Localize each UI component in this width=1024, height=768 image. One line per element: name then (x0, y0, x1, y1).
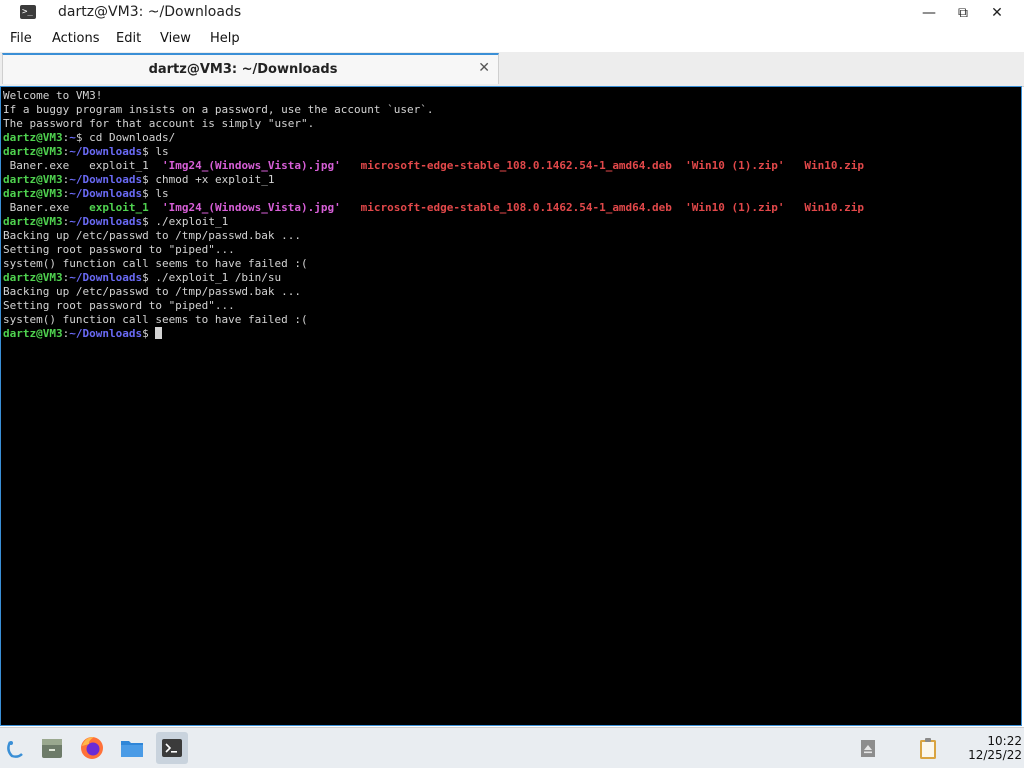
prompt-line: dartz@VM3:~/Downloads$ ./exploit_1 (3, 215, 1021, 229)
minimize-button[interactable]: — (917, 3, 941, 23)
prompt-user: dartz@VM3 (3, 131, 63, 144)
prompt-path: ~ (69, 131, 76, 144)
terminal-line: Setting root password to "piped"... (3, 299, 235, 312)
start-menu-button[interactable] (0, 732, 32, 764)
tab-downloads[interactable]: dartz@VM3: ~/Downloads ✕ (2, 53, 499, 84)
command-text: cd Downloads/ (89, 131, 176, 144)
prompt-line: dartz@VM3:~/Downloads$ chmod +x exploit_… (3, 173, 1021, 187)
prompt-line: dartz@VM3:~$ cd Downloads/ (3, 131, 1021, 145)
prompt-line: dartz@VM3:~/Downloads$ ./exploit_1 /bin/… (3, 271, 1021, 285)
eject-button[interactable] (852, 732, 884, 764)
prompt-user: dartz@VM3 (3, 173, 63, 186)
prompt-dollar: $ (142, 327, 156, 340)
clipboard-icon (920, 738, 936, 759)
clock-date: 12/25/22 (968, 748, 1022, 762)
prompt-user: dartz@VM3 (3, 145, 63, 158)
file-baner: Baner.exe (9, 159, 70, 172)
title-bar: >_ dartz@VM3: ~/Downloads — ⧉ ✕ (0, 0, 1024, 26)
menu-edit[interactable]: Edit (116, 31, 141, 46)
prompt-line: dartz@VM3:~/Downloads$ ls (3, 187, 1021, 201)
clipboard-button[interactable] (912, 732, 944, 764)
command-text: ./exploit_1 (155, 215, 229, 228)
file-zip1: 'Win10 (1).zip' (685, 159, 785, 172)
file-exploit-executable: exploit_1 (89, 201, 149, 214)
terminal-line: If a buggy program insists on a password… (3, 103, 434, 116)
prompt-user: dartz@VM3 (3, 271, 63, 284)
eject-icon (861, 740, 875, 757)
menu-actions[interactable]: Actions (52, 31, 100, 46)
prompt-path: ~/Downloads (69, 145, 143, 158)
menu-bar: File Actions Edit View Help (0, 26, 1024, 52)
start-menu-icon (7, 741, 23, 758)
file-image: 'Img24_(Windows_Vista).jpg' (161, 159, 341, 172)
menu-help[interactable]: Help (210, 31, 240, 46)
terminal-line: Setting root password to "piped"... (3, 243, 235, 256)
prompt-path: ~/Downloads (69, 271, 143, 284)
prompt-user: dartz@VM3 (3, 187, 63, 200)
terminal-line: system() function call seems to have fai… (3, 257, 308, 270)
window-title: dartz@VM3: ~/Downloads (58, 4, 242, 20)
command-text: ls (155, 145, 169, 158)
prompt-line-active: dartz@VM3:~/Downloads$ (3, 327, 1021, 341)
file-cabinet-button[interactable] (36, 732, 68, 764)
taskbar: 10:22 12/25/22 (0, 727, 1024, 768)
prompt-user: dartz@VM3 (3, 215, 63, 228)
prompt-dollar: $ (142, 145, 156, 158)
prompt-dollar: $ (142, 215, 156, 228)
command-text: ./exploit_1 /bin/su (155, 271, 282, 284)
folder-icon (121, 741, 143, 757)
prompt-dollar: $ (75, 131, 90, 144)
terminal-line: The password for that account is simply … (3, 117, 315, 130)
tab-bar: dartz@VM3: ~/Downloads ✕ (0, 52, 1024, 87)
prompt-line: dartz@VM3:~/Downloads$ ls (3, 145, 1021, 159)
prompt-user: dartz@VM3 (3, 327, 63, 340)
file-image: 'Img24_(Windows_Vista).jpg' (161, 201, 341, 214)
ls-output-line: Baner.exe exploit_1 'Img24_(Windows_Vist… (3, 201, 1021, 215)
maximize-button[interactable]: ⧉ (951, 3, 975, 23)
text-cursor (155, 327, 163, 339)
command-text: ls (155, 187, 169, 200)
clock-time: 10:22 (987, 734, 1022, 748)
terminal-icon (162, 739, 182, 757)
command-text: chmod +x exploit_1 (155, 173, 275, 186)
file-exploit: exploit_1 (89, 159, 149, 172)
prompt-path: ~/Downloads (69, 215, 143, 228)
tab-label: dartz@VM3: ~/Downloads (148, 62, 338, 77)
prompt-dollar: $ (142, 173, 156, 186)
file-zip1: 'Win10 (1).zip' (685, 201, 785, 214)
ls-output-line: Baner.exe exploit_1 'Img24_(Windows_Vist… (3, 159, 1021, 173)
terminal-line: Welcome to VM3! (3, 89, 103, 102)
terminal-output[interactable]: Welcome to VM3! If a buggy program insis… (0, 86, 1022, 726)
menu-view[interactable]: View (160, 31, 191, 46)
prompt-dollar: $ (142, 187, 156, 200)
terminal-taskbar-button[interactable] (156, 732, 188, 764)
prompt-path: ~/Downloads (69, 187, 143, 200)
prompt-path: ~/Downloads (69, 327, 143, 340)
file-baner: Baner.exe (9, 201, 70, 214)
firefox-button[interactable] (76, 732, 108, 764)
terminal-line: Backing up /etc/passwd to /tmp/passwd.ba… (3, 285, 302, 298)
terminal-line: system() function call seems to have fai… (3, 313, 308, 326)
prompt-dollar: $ (142, 271, 156, 284)
menu-file[interactable]: File (10, 31, 32, 46)
firefox-icon (81, 737, 103, 759)
file-manager-button[interactable] (116, 732, 148, 764)
file-cabinet-icon (42, 739, 62, 758)
file-zip2: Win10.zip (804, 159, 864, 172)
clock[interactable]: 10:22 12/25/22 (968, 734, 1022, 762)
tab-close-icon[interactable]: ✕ (478, 60, 490, 76)
file-deb: microsoft-edge-stable_108.0.1462.54-1_am… (360, 201, 672, 214)
close-button[interactable]: ✕ (985, 3, 1009, 23)
file-deb: microsoft-edge-stable_108.0.1462.54-1_am… (360, 159, 672, 172)
file-zip2: Win10.zip (804, 201, 864, 214)
terminal-app-icon: >_ (20, 5, 36, 19)
terminal-line: Backing up /etc/passwd to /tmp/passwd.ba… (3, 229, 302, 242)
prompt-path: ~/Downloads (69, 173, 143, 186)
